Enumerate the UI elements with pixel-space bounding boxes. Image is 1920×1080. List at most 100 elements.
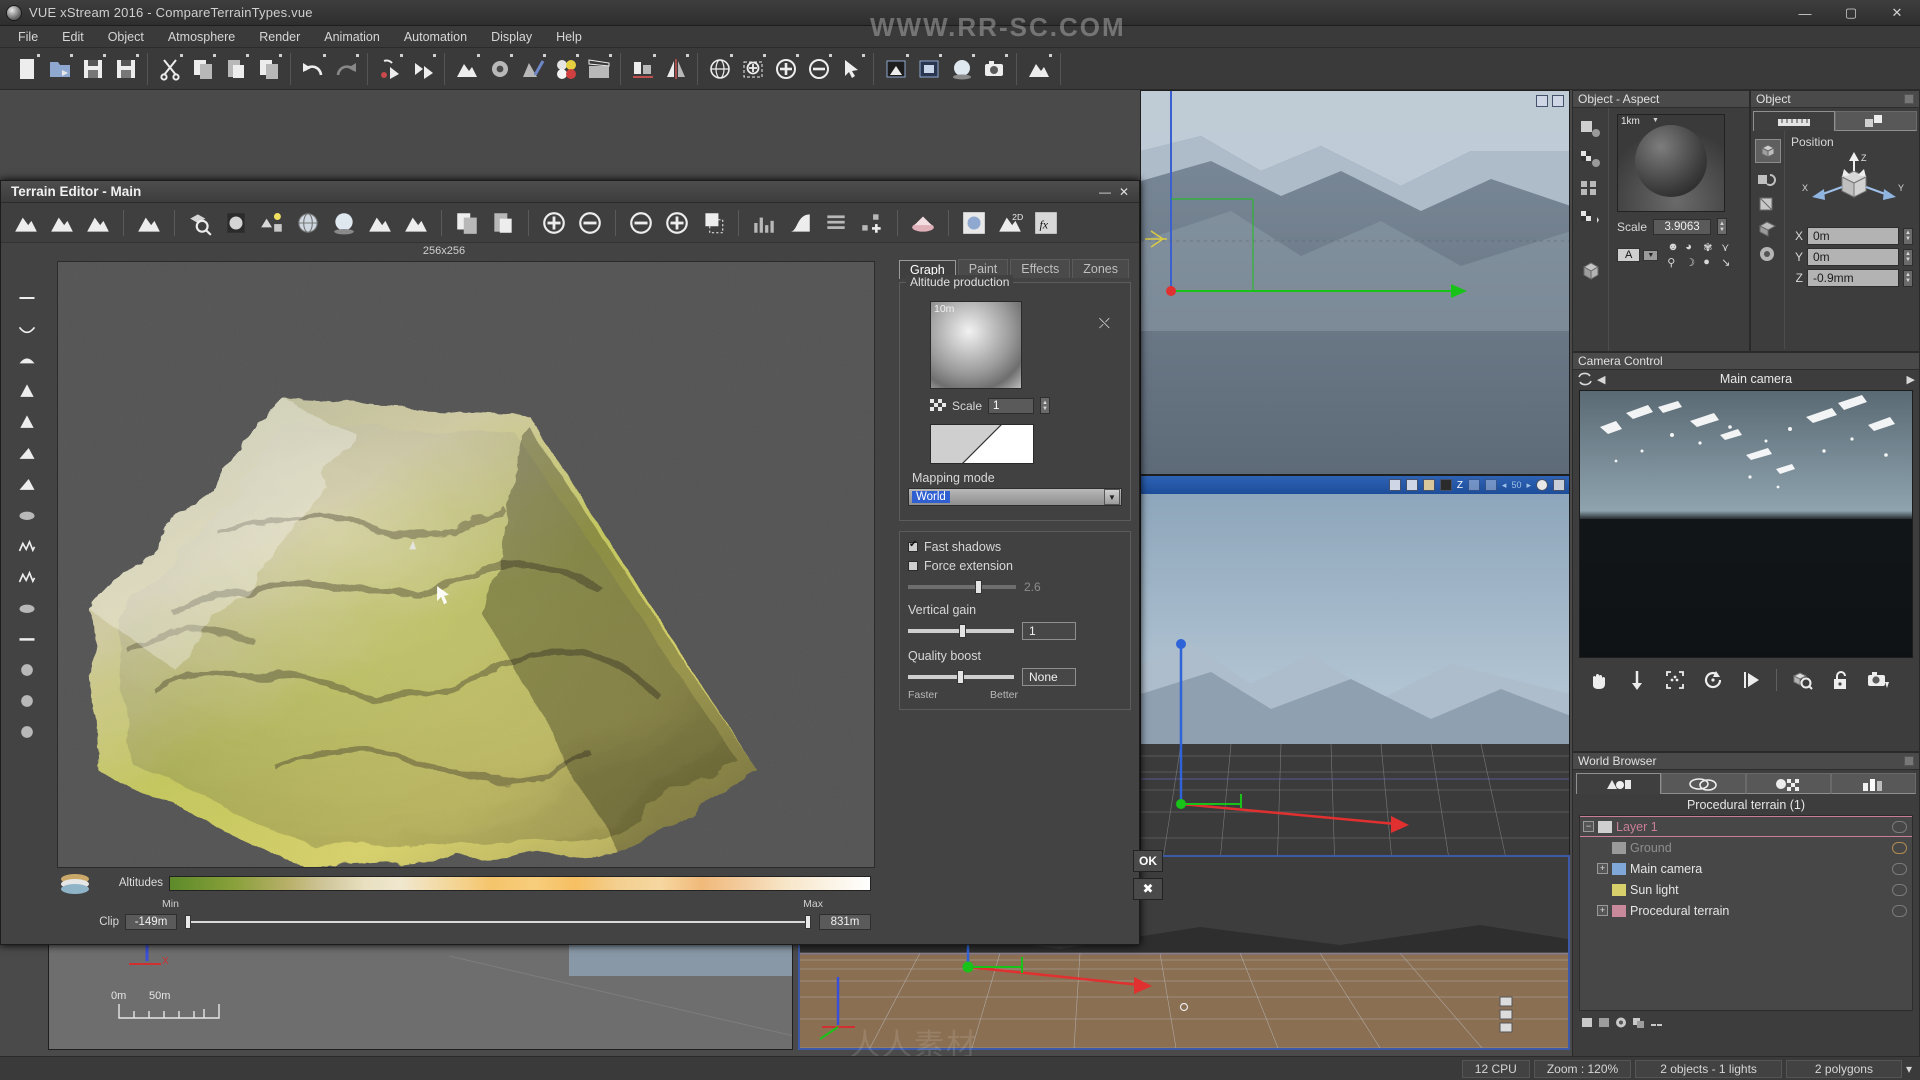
tab-world-materials[interactable] [1661, 773, 1746, 794]
dropdown-marker[interactable] [213, 53, 216, 57]
fullscreen-preview-button[interactable] [957, 207, 991, 239]
eye-icon[interactable] [1892, 883, 1907, 896]
multi-material-icon[interactable] [1580, 178, 1602, 198]
mapping-mode-select[interactable]: World ▼ [908, 488, 1122, 506]
face-icon[interactable]: ☻ [1667, 241, 1683, 254]
chevron-down-icon[interactable]: ▼ [1104, 489, 1120, 505]
z-axis-icon[interactable]: Z [1457, 480, 1463, 491]
paste-layers-button[interactable] [486, 207, 520, 239]
scale-spinner[interactable]: ▲ ▼ [1717, 218, 1728, 235]
list-item[interactable]: Sun light [1580, 879, 1912, 900]
position-gizmo[interactable]: Z X Y [1792, 151, 1912, 223]
quality-boost-slider[interactable] [908, 670, 1014, 684]
zoom-next-icon[interactable]: ▸ [1526, 480, 1531, 491]
paste-button[interactable] [221, 53, 251, 84]
material-transfer-icon[interactable] [1580, 208, 1602, 228]
person-icon[interactable]: ⚲ [1667, 256, 1683, 269]
histogram-button[interactable] [747, 207, 781, 239]
status-dropdown-icon[interactable]: ▾ [1906, 1062, 1912, 1076]
scissors-button[interactable] [155, 53, 185, 84]
tab-effects[interactable]: Effects [1010, 259, 1071, 278]
material-slot-dropdown-icon[interactable]: ▼ [1643, 249, 1659, 261]
rotation-icon[interactable] [1757, 170, 1779, 188]
position-spinner-y[interactable]: ▲ ▼ [1903, 248, 1913, 266]
scene-preview-button[interactable] [255, 207, 289, 239]
zoom-cube-button[interactable] [183, 207, 217, 239]
select-pointer-button[interactable] [837, 53, 867, 84]
terrain-options-button[interactable] [132, 207, 166, 239]
record-cursor-button[interactable] [375, 53, 405, 84]
dropdown-marker[interactable] [70, 53, 73, 57]
menu-item-help[interactable]: Help [544, 28, 594, 46]
position-value-y[interactable]: 0m [1807, 248, 1899, 266]
eye-icon[interactable] [1892, 862, 1907, 875]
wireframe-icon[interactable] [1467, 479, 1480, 491]
dropdown-marker[interactable] [796, 53, 799, 57]
display-mode-icon[interactable] [1422, 479, 1435, 491]
dropdown-marker[interactable] [1049, 53, 1052, 57]
mirror-button[interactable] [661, 53, 691, 84]
new-document-button[interactable] [12, 53, 42, 84]
render-view-icon[interactable] [1405, 479, 1418, 491]
dropdown-marker[interactable] [477, 53, 480, 57]
moon-icon[interactable]: ☽ [1685, 256, 1701, 269]
object-gear-button[interactable] [485, 53, 515, 84]
dropdown-marker[interactable] [246, 53, 249, 57]
plant-icon[interactable]: ✾ [1703, 241, 1719, 254]
world-browser-tree[interactable]: − Layer 1 Ground + Main camera Sun light + Proc… [1579, 815, 1913, 1011]
dropdown-marker[interactable] [433, 53, 436, 57]
ok-button[interactable]: OK [1133, 850, 1163, 872]
duplicate-layer-icon[interactable] [1632, 1016, 1645, 1029]
terrain-2d-button[interactable]: 2D [993, 207, 1027, 239]
eye-icon[interactable] [1892, 904, 1907, 917]
material-preview[interactable]: 1km ▼ [1617, 114, 1725, 212]
clapperboard-button[interactable] [584, 53, 614, 84]
clip-min-handle[interactable] [185, 915, 191, 929]
hand-pan-icon[interactable] [1581, 666, 1617, 694]
camera-view-icon[interactable] [1536, 95, 1548, 107]
quality-boost-value[interactable]: None [1022, 668, 1076, 686]
render-area-button[interactable] [914, 53, 944, 84]
force-extension-slider[interactable] [908, 580, 1016, 594]
vertical-gain-handle[interactable] [958, 624, 966, 638]
list-item[interactable]: Ground [1580, 837, 1912, 858]
dropdown-marker[interactable] [180, 53, 183, 57]
menu-item-display[interactable]: Display [479, 28, 544, 46]
list-item[interactable]: − Layer 1 [1580, 816, 1912, 837]
fold-icon[interactable]: ⋎ [1721, 241, 1737, 254]
clip-min-value[interactable]: -149m [125, 914, 177, 930]
undo-arrow-button[interactable] [298, 53, 328, 84]
chevron-down-icon[interactable]: ▼ [1652, 117, 1659, 124]
center-target-icon[interactable] [1657, 666, 1693, 694]
dropdown-marker[interactable] [862, 53, 865, 57]
viewport-top[interactable] [1140, 90, 1570, 475]
terrain-editor-minimize[interactable]: — [1099, 185, 1111, 199]
close-button[interactable]: ✕ [1874, 0, 1920, 26]
new-terrain-button[interactable] [9, 207, 43, 239]
dropdown-marker[interactable] [356, 53, 359, 57]
dropdown-marker[interactable] [609, 53, 612, 57]
open-folder-button[interactable] [45, 53, 75, 84]
align-bar-button[interactable] [628, 53, 658, 84]
dropdown-marker[interactable] [37, 53, 40, 57]
camera-snapshot-icon[interactable] [1860, 666, 1896, 694]
tab-world-textures[interactable] [1746, 773, 1831, 794]
camera-button[interactable] [980, 53, 1010, 84]
dropdown-marker[interactable] [400, 53, 403, 57]
menu-item-animation[interactable]: Animation [312, 28, 392, 46]
altitude-production-preview[interactable]: 10m [930, 301, 1022, 389]
checker-material-icon[interactable] [1580, 148, 1602, 168]
remove-circle-button[interactable] [573, 207, 607, 239]
terrain-editor-window[interactable]: Terrain Editor - Main — ✕ 2D fx 256x256 [0, 180, 1163, 945]
shading-icon[interactable] [1439, 479, 1452, 491]
sync-icon[interactable] [1577, 372, 1593, 386]
link-layer-icon[interactable] [1649, 1016, 1664, 1029]
dropdown-marker[interactable] [653, 53, 656, 57]
dropdown-marker[interactable] [323, 53, 326, 57]
light-preview-button[interactable] [219, 207, 253, 239]
grid-icon[interactable] [1484, 479, 1497, 491]
camera-preview[interactable] [1579, 390, 1913, 658]
collapse-icon[interactable]: − [1583, 821, 1594, 832]
panel-pin-icon[interactable] [1904, 94, 1914, 104]
list-item[interactable]: + Procedural terrain [1580, 900, 1912, 921]
